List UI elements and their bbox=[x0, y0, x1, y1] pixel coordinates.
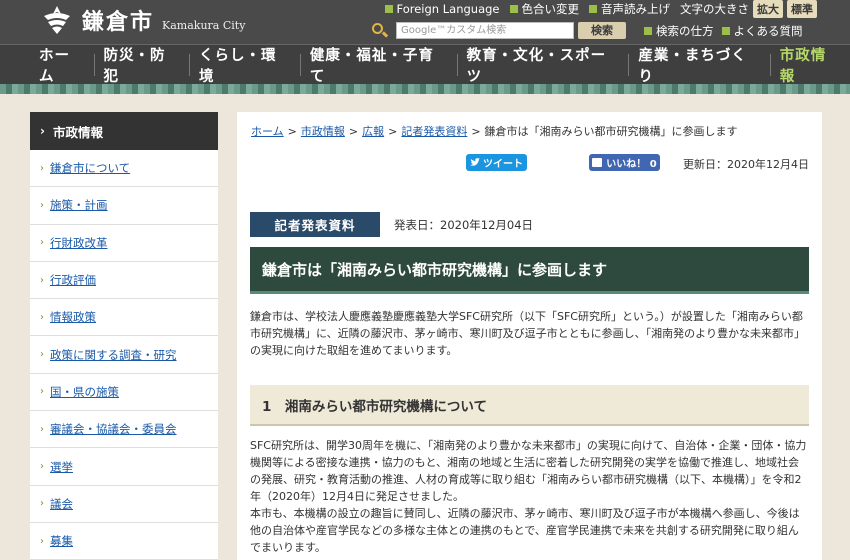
twitter-bird-icon bbox=[470, 158, 480, 166]
chevron-right-icon: › bbox=[40, 274, 44, 286]
bullet-icon bbox=[384, 5, 393, 13]
sidebar-item[interactable]: › 鎌倉市について bbox=[30, 150, 218, 188]
search-icon bbox=[370, 21, 390, 40]
faq-link[interactable]: よくある質問 bbox=[721, 23, 803, 39]
breadcrumb-home[interactable]: ホーム bbox=[251, 125, 284, 138]
foreign-language-link[interactable]: Foreign Language bbox=[384, 2, 500, 16]
section-body: SFC研究所は、開学30周年を機に、「湘南発のより豊かな未来都市」の実現に向けて… bbox=[250, 437, 809, 556]
search-input[interactable]: Google™カスタム検索 bbox=[396, 22, 574, 39]
intro-paragraph: 鎌倉市は、学校法人慶應義塾慶應義塾大学SFC研究所（以下「SFC研究所」という。… bbox=[250, 310, 805, 357]
sidebar-heading[interactable]: › 市政情報 bbox=[30, 112, 218, 150]
city-crest-icon bbox=[44, 6, 70, 34]
site-header: 鎌倉市 Kamakura City Foreign Language 色合い変更… bbox=[0, 0, 850, 44]
page-title: 鎌倉市は「湘南みらい都市研究機構」に参画します bbox=[250, 247, 809, 294]
logo-title: 鎌倉市 bbox=[82, 9, 155, 35]
sidebar: › 市政情報 › 鎌倉市について › 施策・計画 › 行財政改革 › 行政評価 › 情報政… bbox=[30, 112, 218, 560]
sidebar-item[interactable]: › 選挙 bbox=[30, 448, 218, 486]
section-paragraph: 本市も、本機構の設立の趣旨に賛同し、近隣の藤沢市、茅ヶ崎市、寒川町及び逗子市が本… bbox=[250, 507, 800, 554]
global-nav: ホーム 防災・防犯 くらし・環境 健康・福祉・子育て 教育・文化・スポーツ 産業… bbox=[0, 44, 850, 85]
logo-subtitle: Kamakura City bbox=[162, 18, 246, 32]
sidebar-item[interactable]: › 施策・計画 bbox=[30, 187, 218, 225]
press-date: 発表日：2020年12月04日 bbox=[394, 218, 534, 232]
section-heading: 1 湘南みらい都市研究機構について bbox=[250, 385, 809, 426]
site-logo[interactable]: 鎌倉市 Kamakura City bbox=[40, 4, 245, 36]
search-bar: Google™カスタム検索 検索 検索の仕方 よくある質問 bbox=[370, 21, 803, 40]
chevron-right-icon: › bbox=[40, 423, 44, 435]
updated-date: 更新日：2020年12月4日 bbox=[683, 158, 809, 171]
search-help-link[interactable]: 検索の仕方 bbox=[644, 23, 714, 39]
sidebar-list: › 鎌倉市について › 施策・計画 › 行財政改革 › 行政評価 › 情報政策 › 政策に関… bbox=[30, 150, 218, 560]
sidebar-item[interactable]: › 政策に関する調査・研究 bbox=[30, 336, 218, 374]
nav-living[interactable]: くらし・環境 bbox=[189, 48, 300, 85]
decorative-pattern bbox=[0, 84, 850, 94]
text-size-label: 文字の大きさ bbox=[680, 2, 749, 16]
chevron-right-icon: › bbox=[40, 199, 44, 211]
text-standard-button[interactable]: 標準 bbox=[787, 0, 817, 18]
nav-industry[interactable]: 産業・まちづくり bbox=[628, 48, 769, 85]
sidebar-item[interactable]: › 国・県の施策 bbox=[30, 374, 218, 412]
nav-home[interactable]: ホーム bbox=[30, 48, 94, 85]
breadcrumb-current: 鎌倉市は「湘南みらい都市研究機構」に参画します bbox=[484, 125, 738, 138]
nav-city-info[interactable]: 市政情報 bbox=[769, 48, 850, 85]
chevron-right-icon: › bbox=[40, 498, 44, 510]
search-button[interactable]: 検索 bbox=[578, 22, 626, 39]
breadcrumb-pr[interactable]: 広報 bbox=[362, 125, 384, 138]
chevron-right-icon: › bbox=[40, 162, 44, 174]
sidebar-item[interactable]: › 行政評価 bbox=[30, 262, 218, 300]
facebook-like-button[interactable]: いいね！ 0 bbox=[589, 154, 660, 171]
main-content: ホーム > 市政情報 > 広報 > 記者発表資料 > 鎌倉市は「湘南みらい都市研究機構」に参画し… bbox=[237, 112, 822, 560]
chevron-right-icon: › bbox=[40, 311, 44, 323]
breadcrumb-press[interactable]: 記者発表資料 bbox=[401, 125, 467, 138]
sidebar-item[interactable]: › 情報政策 bbox=[30, 299, 218, 337]
sidebar-item[interactable]: › 行財政改革 bbox=[30, 225, 218, 262]
sidebar-item[interactable]: › 募集 bbox=[30, 523, 218, 560]
read-aloud-link[interactable]: 音声読み上げ bbox=[589, 1, 670, 17]
sidebar-item[interactable]: › 審議会・協議会・委員会 bbox=[30, 411, 218, 449]
chevron-right-icon: › bbox=[40, 237, 44, 249]
breadcrumb: ホーム > 市政情報 > 広報 > 記者発表資料 > 鎌倉市は「湘南みらい都市研究機構」に参画し… bbox=[251, 125, 738, 138]
nav-health[interactable]: 健康・福祉・子育て bbox=[299, 48, 457, 85]
breadcrumb-city-info[interactable]: 市政情報 bbox=[301, 125, 345, 138]
chevron-right-icon: › bbox=[40, 349, 44, 361]
nav-education[interactable]: 教育・文化・スポーツ bbox=[456, 48, 629, 85]
nav-disaster[interactable]: 防災・防犯 bbox=[93, 48, 190, 85]
chevron-right-icon: › bbox=[40, 386, 44, 398]
press-release-badge: 記者発表資料 bbox=[250, 212, 380, 237]
thumbs-up-icon bbox=[592, 158, 603, 167]
utility-menu: Foreign Language 色合い変更 音声読み上げ 文字の大きさ 拡大 … bbox=[375, 0, 817, 18]
section-paragraph: SFC研究所は、開学30周年を機に、「湘南発のより豊かな未来都市」の実現に向けて… bbox=[250, 439, 807, 503]
bullet-icon bbox=[721, 26, 730, 35]
color-change-link[interactable]: 色合い変更 bbox=[509, 1, 579, 17]
chevron-right-icon: › bbox=[40, 535, 44, 547]
chevron-right-icon: › bbox=[40, 124, 45, 138]
tweet-button[interactable]: ツイート bbox=[466, 154, 527, 171]
bullet-icon bbox=[644, 26, 652, 35]
text-enlarge-button[interactable]: 拡大 bbox=[753, 0, 783, 18]
chevron-right-icon: › bbox=[40, 461, 44, 473]
bullet-icon bbox=[589, 5, 597, 13]
sidebar-item[interactable]: › 議会 bbox=[30, 486, 218, 523]
bullet-icon bbox=[509, 5, 518, 13]
